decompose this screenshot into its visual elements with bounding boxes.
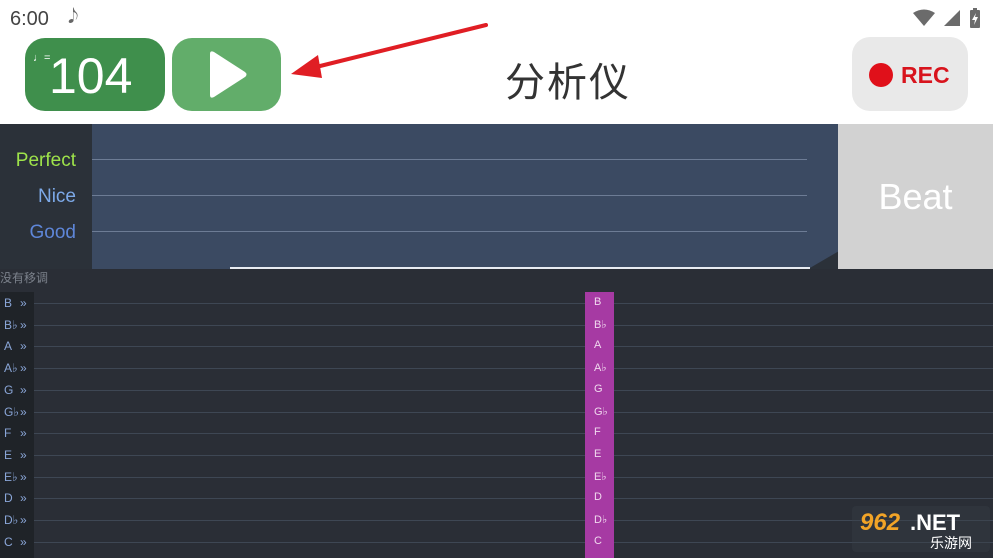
tempo-button[interactable]: ♩= 104 [25,38,165,111]
transpose-caption: 没有移调 [0,271,49,285]
note-row: B» [0,293,993,315]
accuracy-graph [92,124,838,269]
playhead-note-label: E♭ [594,470,607,483]
note-row-line [34,346,993,348]
record-label: REC [901,62,950,88]
playhead-note-label: D [594,491,602,504]
accuracy-label-perfect: Perfect [15,150,76,171]
metronome-status-icon: 𝅘𝅥𝅮 [68,6,79,28]
playhead-note-label: G [594,382,603,395]
note-row: A» [0,336,993,358]
playhead-note-label: F [594,426,601,439]
note-row-line [34,303,993,304]
note-key-suffix: » [20,317,27,332]
note-key-suffix: » [20,339,27,354]
svg-text:962: 962 [860,509,901,536]
note-row-line [34,541,993,543]
site-watermark-logo: 962 .NET 乐游网 [852,506,990,552]
note-key-label: G [4,382,14,397]
playhead-note-label: B♭ [594,318,607,331]
note-row-line [34,454,993,456]
note-key-label: E♭ [4,469,18,484]
play-icon [210,51,247,98]
note-row-line [34,324,993,326]
accuracy-label-good: Good [29,222,76,243]
tempo-value: 104 [49,48,133,104]
note-row: B♭» [0,315,993,337]
accuracy-labels: Perfect Nice Good [0,124,92,269]
accuracy-panel: Perfect Nice Good Beat [0,124,993,269]
status-icons [913,8,981,28]
note-key-suffix: » [20,491,27,506]
note-key-label: B [4,296,13,310]
piano-roll: 没有移调 B» B♭» A» A♭» G» G♭» F» E» E♭» D» D♭» C» B B♭ A A… [0,269,993,558]
playhead-note-label: G♭ [594,405,608,418]
accuracy-label-nice: Nice [37,186,76,207]
note-key-suffix: » [20,534,27,549]
note-key-suffix: » [20,426,27,441]
note-row: C» [0,532,993,554]
signal-icon [944,10,960,26]
note-row: G» [0,380,993,402]
playhead-column: B B♭ A A♭ G G♭ F E E♭ D D♭ C [585,292,614,558]
note-key-label: B♭ [4,317,18,332]
note-row-line [34,476,993,478]
note-key-suffix: » [20,447,27,462]
note-row-line [34,498,993,500]
note-row-line [34,433,993,435]
beat-label: Beat [878,176,953,217]
note-row-line [34,520,993,521]
note-key-suffix: » [20,513,27,527]
status-bar: 6:00 𝅘𝅥𝅮 [0,0,993,36]
note-key-label: G♭ [4,404,19,419]
note-key-suffix: » [20,469,27,484]
note-key-label: E [4,447,13,462]
note-key-suffix: » [20,404,27,419]
status-time: 6:00 [10,8,49,30]
note-row: D♭» [0,510,993,532]
note-key-label: D [4,491,13,506]
playhead-note-label: C [594,534,602,547]
record-dot-icon [869,63,893,87]
note-key-suffix: » [20,361,27,376]
note-row: D» [0,488,993,510]
playhead-note-label: D♭ [594,514,608,526]
beat-button[interactable]: Beat [838,124,993,269]
note-row: G♭» [0,402,993,424]
note-key-suffix: » [20,296,27,310]
note-key-label: C [4,534,13,549]
page-title: 分析仪 [505,60,631,106]
note-key-label: D♭ [4,513,19,527]
play-button[interactable] [172,38,281,111]
perfect-line [92,159,807,160]
playhead-note-label: A♭ [594,362,607,375]
note-row: A♭» [0,358,993,380]
note-row: F» [0,423,993,445]
playhead-note-label: E [594,447,602,460]
playhead-note-label: A [594,339,602,352]
note-key-label: F [4,426,12,441]
note-row-line [34,411,993,413]
note-row-line [34,389,993,391]
playhead-note-label: B [594,296,602,308]
note-key-suffix: » [20,382,27,397]
nice-line [92,195,807,196]
quarter-note-icon: ♩= [33,52,51,64]
note-row: E♭» [0,467,993,489]
battery-icon [970,8,980,28]
note-row-line [34,368,993,370]
svg-text:.NET: .NET [910,510,961,535]
note-key-label: A♭ [4,361,18,376]
wifi-icon [913,9,935,26]
good-line [92,231,807,232]
svg-text:乐游网: 乐游网 [930,536,972,552]
note-row: E» [0,445,993,467]
note-key-label: A [4,339,13,354]
record-button[interactable]: REC [852,37,968,111]
